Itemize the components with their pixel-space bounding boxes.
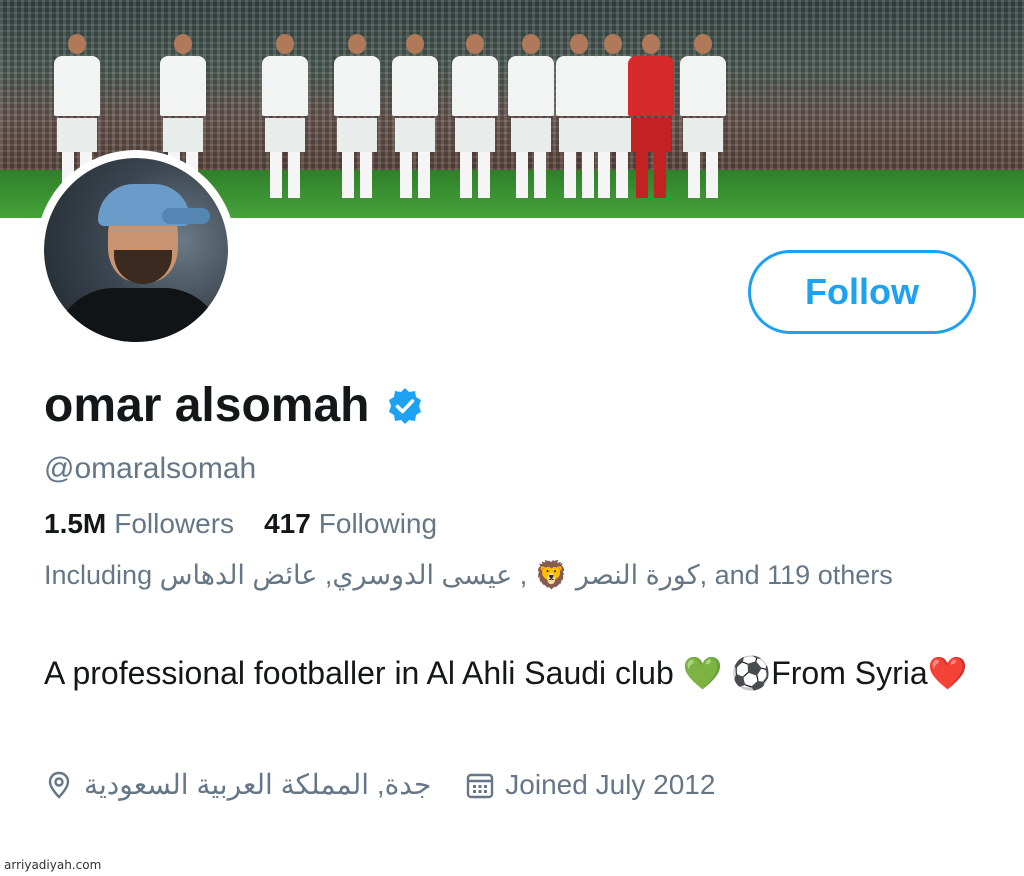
followers-count: 1.5M (44, 508, 107, 539)
following-label: Following (318, 508, 438, 539)
follow-button[interactable]: Follow (748, 250, 976, 334)
display-name: omar alsomah (44, 379, 370, 432)
verified-badge-icon (389, 387, 422, 424)
player-figure (392, 34, 438, 198)
calendar-icon (467, 773, 494, 798)
followed-by-text[interactable]: Including كورة النصر 🦁 , عيسى الدوسري, ع… (44, 559, 893, 591)
goalkeeper-figure (628, 34, 674, 198)
avatar-photo (44, 158, 228, 342)
player-figure (452, 34, 498, 198)
player-figure (334, 34, 380, 198)
location-text: جدة, المملكة العربية السعودية (84, 769, 432, 800)
watermark: arriyadiyah.com (4, 858, 102, 872)
player-figure (508, 34, 554, 198)
followers-stat[interactable]: 1.5M Followers (44, 508, 234, 540)
profile-meta: جدة, المملكة العربية السعودية Joined Jul… (44, 768, 715, 801)
handle: @omaralsomah (44, 452, 257, 485)
name-row: omar alsomah (44, 378, 425, 433)
joined-item: Joined July 2012 (465, 769, 715, 801)
location-item: جدة, المملكة العربية السعودية (44, 768, 431, 801)
player-figure (262, 34, 308, 198)
following-stat[interactable]: 417 Following (264, 508, 437, 540)
following-count: 417 (264, 508, 311, 539)
stats-row: 1.5M Followers 417 Following (44, 508, 437, 540)
avatar[interactable] (36, 150, 236, 350)
location-pin-icon (48, 771, 70, 799)
followers-label: Followers (114, 508, 235, 539)
bio: A professional footballer in Al Ahli Sau… (44, 655, 968, 691)
player-figure (680, 34, 726, 198)
joined-text: Joined July 2012 (505, 768, 716, 800)
